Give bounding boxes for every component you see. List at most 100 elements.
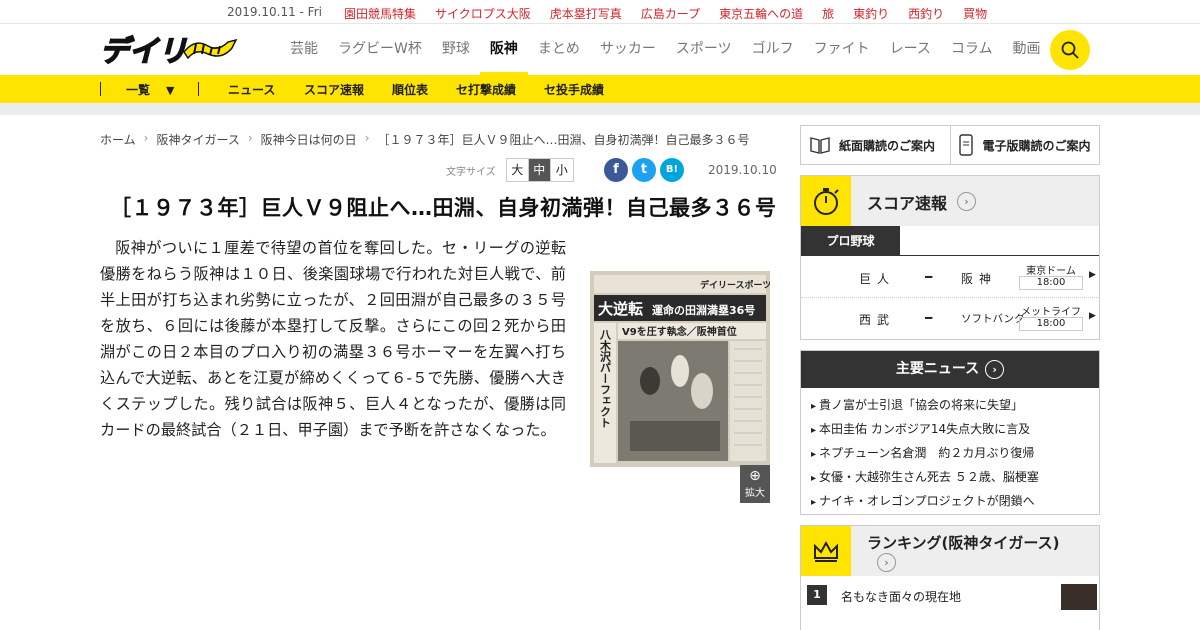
game-time: 18:00 [1019,317,1083,331]
facebook-share-button[interactable]: f [604,158,628,182]
game-venue: 東京ドーム [1026,266,1076,277]
svg-text:八木沢パーフェクト: 八木沢パーフェクト [599,329,613,428]
game-row[interactable]: 西武 ━ ソフトバンク メットライフ 18:00 ▶ [801,299,1099,339]
top-link[interactable]: 虎本塁打写真 [550,5,622,22]
score-tabs: プロ野球 [801,226,1099,256]
nav-item[interactable]: コラム [941,24,1003,75]
chevron-right-icon: › [143,131,149,145]
nav-item[interactable]: ファイト [804,24,880,75]
zoom-button[interactable]: ⊕ 拡大 [740,465,770,503]
rank-thumbnail [1061,584,1097,610]
breadcrumb-item[interactable]: 阪神タイガース [156,131,239,148]
team-home: 西武 [859,313,896,327]
triangle-right-icon: ▶ [1089,311,1096,321]
zoom-label: 拡大 [745,488,765,499]
team-away: ソフトバンク [961,313,1025,325]
search-button[interactable] [1050,30,1090,70]
subnav-item[interactable]: スコア速報 [304,81,364,98]
score-title: スコア速報 [867,194,948,213]
divider [198,82,199,96]
triangle-right-icon: ▶ [1089,270,1096,280]
top-links: 園田競馬特集 サイクロプス大阪 虎本塁打写真 広島カープ 東京五輪への道 旅 東… [344,5,1006,22]
subnav-item[interactable]: セ打撃成績 [456,81,516,98]
list-dropdown-label: 一覧 [126,83,151,97]
breadcrumb-item[interactable]: ホーム [100,131,136,148]
nav-item[interactable]: 野球 [432,24,480,75]
ranking-item[interactable]: 1 名もなき面々の現在地 [801,584,1099,612]
nav-item[interactable]: スポーツ [666,24,742,75]
breadcrumb-current: ［１９７３年］巨人Ｖ９阻止へ…田淵、自身初満弾！自己最多３６号 [377,133,750,147]
main-nav: 芸能 ラグビーW杯 野球 阪神 まとめ サッカー スポーツ ゴルフ ファイト レ… [280,24,1098,75]
ranking-panel: ランキング(阪神タイガース) › 1 名もなき面々の現在地 [800,525,1100,630]
news-item[interactable]: ナイキ・オレゴンプロジェクトが閉鎖へ [811,489,1099,513]
nav-item[interactable]: サッカー [590,24,666,75]
hatena-bookmark-button[interactable]: B! [660,158,684,182]
top-link[interactable]: サイクロプス大阪 [435,5,531,22]
stopwatch-icon [801,176,851,226]
news-item[interactable]: ネプチューン名倉潤 約２カ月ぶり復帰 [811,441,1099,465]
top-link[interactable]: 西釣り [908,5,944,22]
score-dash: ━ [925,270,933,284]
chevron-right-circle-icon: › [957,192,976,211]
daily-logo[interactable]: デイリー [99,32,240,69]
subnav-item[interactable]: セ投手成績 [544,81,604,98]
list-dropdown[interactable]: 一覧 ▼ [126,81,174,98]
rank-title: 名もなき面々の現在地 [841,590,962,604]
article-body: 阪神がついに１厘差で待望の首位を奪回した。セ・リーグの逆転優勝をねらう阪神は１０… [100,239,566,439]
chevron-right-icon: › [247,131,253,145]
publish-date: 2019.10.10 [708,163,777,177]
ranking-title: ランキング(阪神タイガース) [867,534,1060,552]
sub-nav: 一覧 ▼ ニュース スコア速報 順位表 セ打撃成績 セ投手成績 [0,75,1200,103]
gray-strip [0,103,1200,115]
paper-subscribe-link[interactable]: 紙面購読のご案内 [801,126,951,164]
team-away: 阪神 [961,272,998,286]
twitter-share-button[interactable]: t [632,158,656,182]
top-link[interactable]: 園田競馬特集 [344,5,416,22]
font-size-large[interactable]: 大 [507,159,529,181]
smartphone-icon [958,134,973,156]
nav-item[interactable]: ラグビーW杯 [328,24,432,75]
digital-subscribe-label: 電子版購読のご案内 [982,138,1091,153]
book-icon [810,137,830,154]
chevron-right-icon: › [364,131,370,145]
font-size-label: 文字サイズ [446,166,496,178]
top-link[interactable]: 東釣り [853,5,889,22]
top-link[interactable]: 東京五輪への道 [719,5,803,22]
nav-item[interactable]: 動画 [1002,24,1050,75]
svg-text:大逆転: 大逆転 [598,300,643,318]
search-icon [1061,41,1079,59]
breadcrumb-item[interactable]: 阪神今日は何の日 [261,131,357,148]
article-title: ［１９７３年］巨人Ｖ９阻止へ…田淵、自身初満弾！自己最多３６号 [110,196,777,220]
main-news-header[interactable]: 主要ニュース › [801,351,1099,388]
top-link[interactable]: 買物 [963,5,987,22]
score-dash: ━ [925,311,933,325]
font-size-medium[interactable]: 中 [528,159,551,181]
nav-item-active[interactable]: 阪神 [479,24,528,75]
news-item[interactable]: 本田圭佑 カンボジア14失点大敗に言及 [811,417,1099,441]
newspaper-photo[interactable]: デイリースポーツ 大逆転 運命の田淵満塁36号 八木沢パーフェクト V9を圧す執… [590,271,770,467]
tab-pro-baseball[interactable]: プロ野球 [801,226,900,256]
subnav-item[interactable]: ニュース [228,81,275,98]
top-bar: 2019.10.11 - Fri 園田競馬特集 サイクロプス大阪 虎本塁打写真 … [0,0,1200,24]
news-item[interactable]: 女優・大越弥生さん死去 ５２歳、脳梗塞 [811,465,1099,489]
score-panel: スコア速報 › プロ野球 巨人 ━ 阪神 東京ドーム 18:00 ▶ 西武 ━ … [800,175,1100,340]
score-header[interactable]: スコア速報 › [801,176,1099,226]
top-link[interactable]: 旅 [822,5,834,22]
font-size-small[interactable]: 小 [551,159,573,181]
game-time: 18:00 [1019,276,1083,290]
nav-item[interactable]: レース [880,24,941,75]
subnav-item[interactable]: 順位表 [392,81,428,98]
nav-item[interactable]: ゴルフ [742,24,804,75]
game-row[interactable]: 巨人 ━ 阪神 東京ドーム 18:00 ▶ [801,258,1099,298]
news-item[interactable]: 貴ノ富が士引退「協会の将来に失望」 [811,393,1099,417]
paper-subscribe-label: 紙面購読のご案内 [839,138,936,153]
subscribe-box: 紙面購読のご案内 電子版購読のご案内 [800,125,1100,165]
nav-item[interactable]: まとめ [528,24,590,75]
svg-text:デイリースポーツ: デイリースポーツ [700,279,770,291]
news-list: 貴ノ富が士引退「協会の将来に失望」 本田圭佑 カンボジア14失点大敗に言及 ネプ… [801,388,1099,513]
top-link[interactable]: 広島カープ [641,5,700,22]
nav-item[interactable]: 芸能 [280,24,328,75]
ranking-header[interactable]: ランキング(阪神タイガース) › [801,526,1099,576]
digital-subscribe-link[interactable]: 電子版購読のご案内 [951,126,1100,164]
chevron-right-circle-icon: › [877,553,896,572]
